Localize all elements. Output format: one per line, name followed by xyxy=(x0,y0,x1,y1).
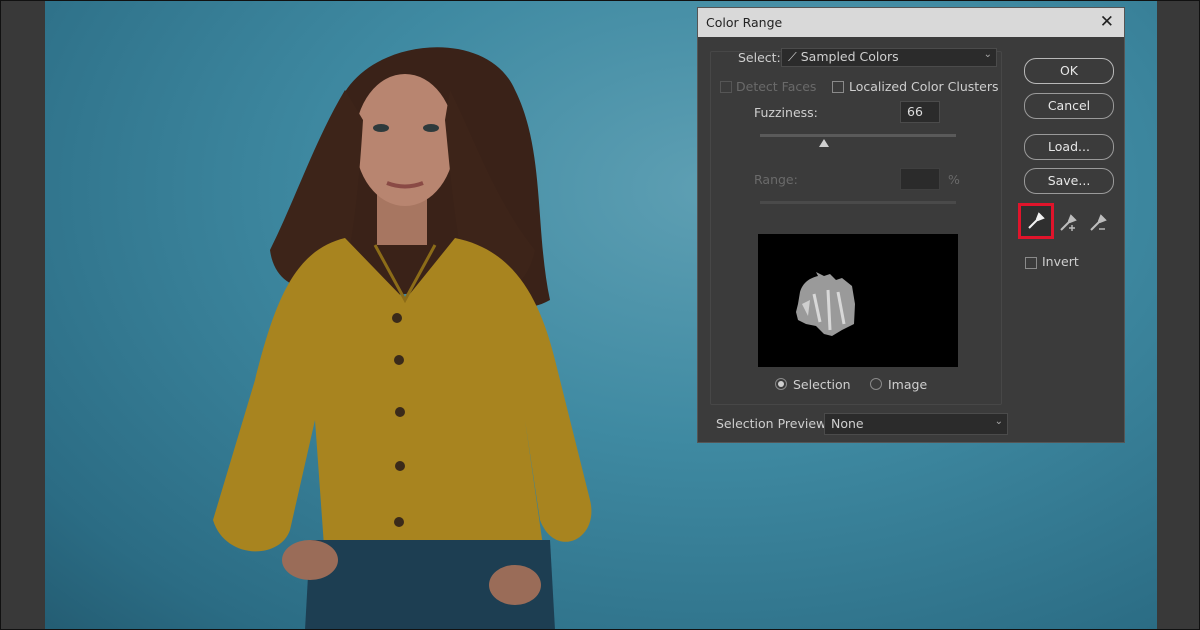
chevron-down-icon: ⌄ xyxy=(983,49,992,60)
chevron-down-icon: ⌄ xyxy=(994,416,1003,427)
select-dropdown[interactable]: ⟋ Sampled Colors ⌄ xyxy=(781,48,997,67)
selection-preview-dropdown[interactable]: None ⌄ xyxy=(824,413,1008,435)
cancel-button[interactable]: Cancel xyxy=(1024,93,1114,119)
localized-clusters-label: Localized Color Clusters xyxy=(849,79,999,94)
selection-radio-label: Selection xyxy=(793,377,851,392)
range-slider[interactable] xyxy=(760,201,956,204)
selection-preview-thumbnail xyxy=(758,234,958,367)
eyedropper-minus-icon[interactable] xyxy=(1088,213,1108,233)
ok-button[interactable]: OK xyxy=(1024,58,1114,84)
canvas-frame-left xyxy=(0,0,45,630)
select-label: Select: xyxy=(738,50,781,65)
select-value-wrap: ⟋ Sampled Colors xyxy=(788,49,899,65)
localized-clusters-checkbox[interactable] xyxy=(832,81,844,93)
eyedropper-icon: ⟋ xyxy=(788,49,797,64)
selection-preview-label: Selection Preview: xyxy=(716,416,830,431)
fuzziness-slider-thumb[interactable] xyxy=(819,139,829,147)
fuzziness-value: 66 xyxy=(907,104,923,119)
save-button[interactable]: Save... xyxy=(1024,168,1114,194)
invert-checkbox[interactable] xyxy=(1025,257,1037,269)
select-value: Sampled Colors xyxy=(800,49,899,64)
eyedropper-plus-icon[interactable] xyxy=(1058,213,1078,233)
range-input[interactable] xyxy=(900,168,940,190)
image-radio-label: Image xyxy=(888,377,928,392)
dialog-title: Color Range xyxy=(706,15,783,30)
color-range-dialog: Color Range ✕ Select: ⟋ Sampled Colors ⌄… xyxy=(697,7,1125,443)
image-radio[interactable] xyxy=(870,378,882,390)
fuzziness-label: Fuzziness: xyxy=(754,105,818,120)
invert-label: Invert xyxy=(1042,254,1079,269)
shirt-mask-image xyxy=(796,272,855,336)
selection-preview-value: None xyxy=(831,416,864,431)
detect-faces-checkbox[interactable] xyxy=(720,81,732,93)
fuzziness-slider[interactable] xyxy=(760,134,956,137)
canvas-frame-right xyxy=(1157,0,1200,630)
range-unit: % xyxy=(948,172,960,187)
close-icon[interactable]: ✕ xyxy=(1100,12,1114,32)
dialog-titlebar[interactable]: Color Range ✕ xyxy=(698,8,1124,37)
eyedropper-icon[interactable] xyxy=(1026,211,1046,231)
fuzziness-input[interactable]: 66 xyxy=(900,101,940,123)
detect-faces-label: Detect Faces xyxy=(736,79,817,94)
range-label: Range: xyxy=(754,172,798,187)
selection-radio[interactable] xyxy=(775,378,787,390)
load-button[interactable]: Load... xyxy=(1024,134,1114,160)
